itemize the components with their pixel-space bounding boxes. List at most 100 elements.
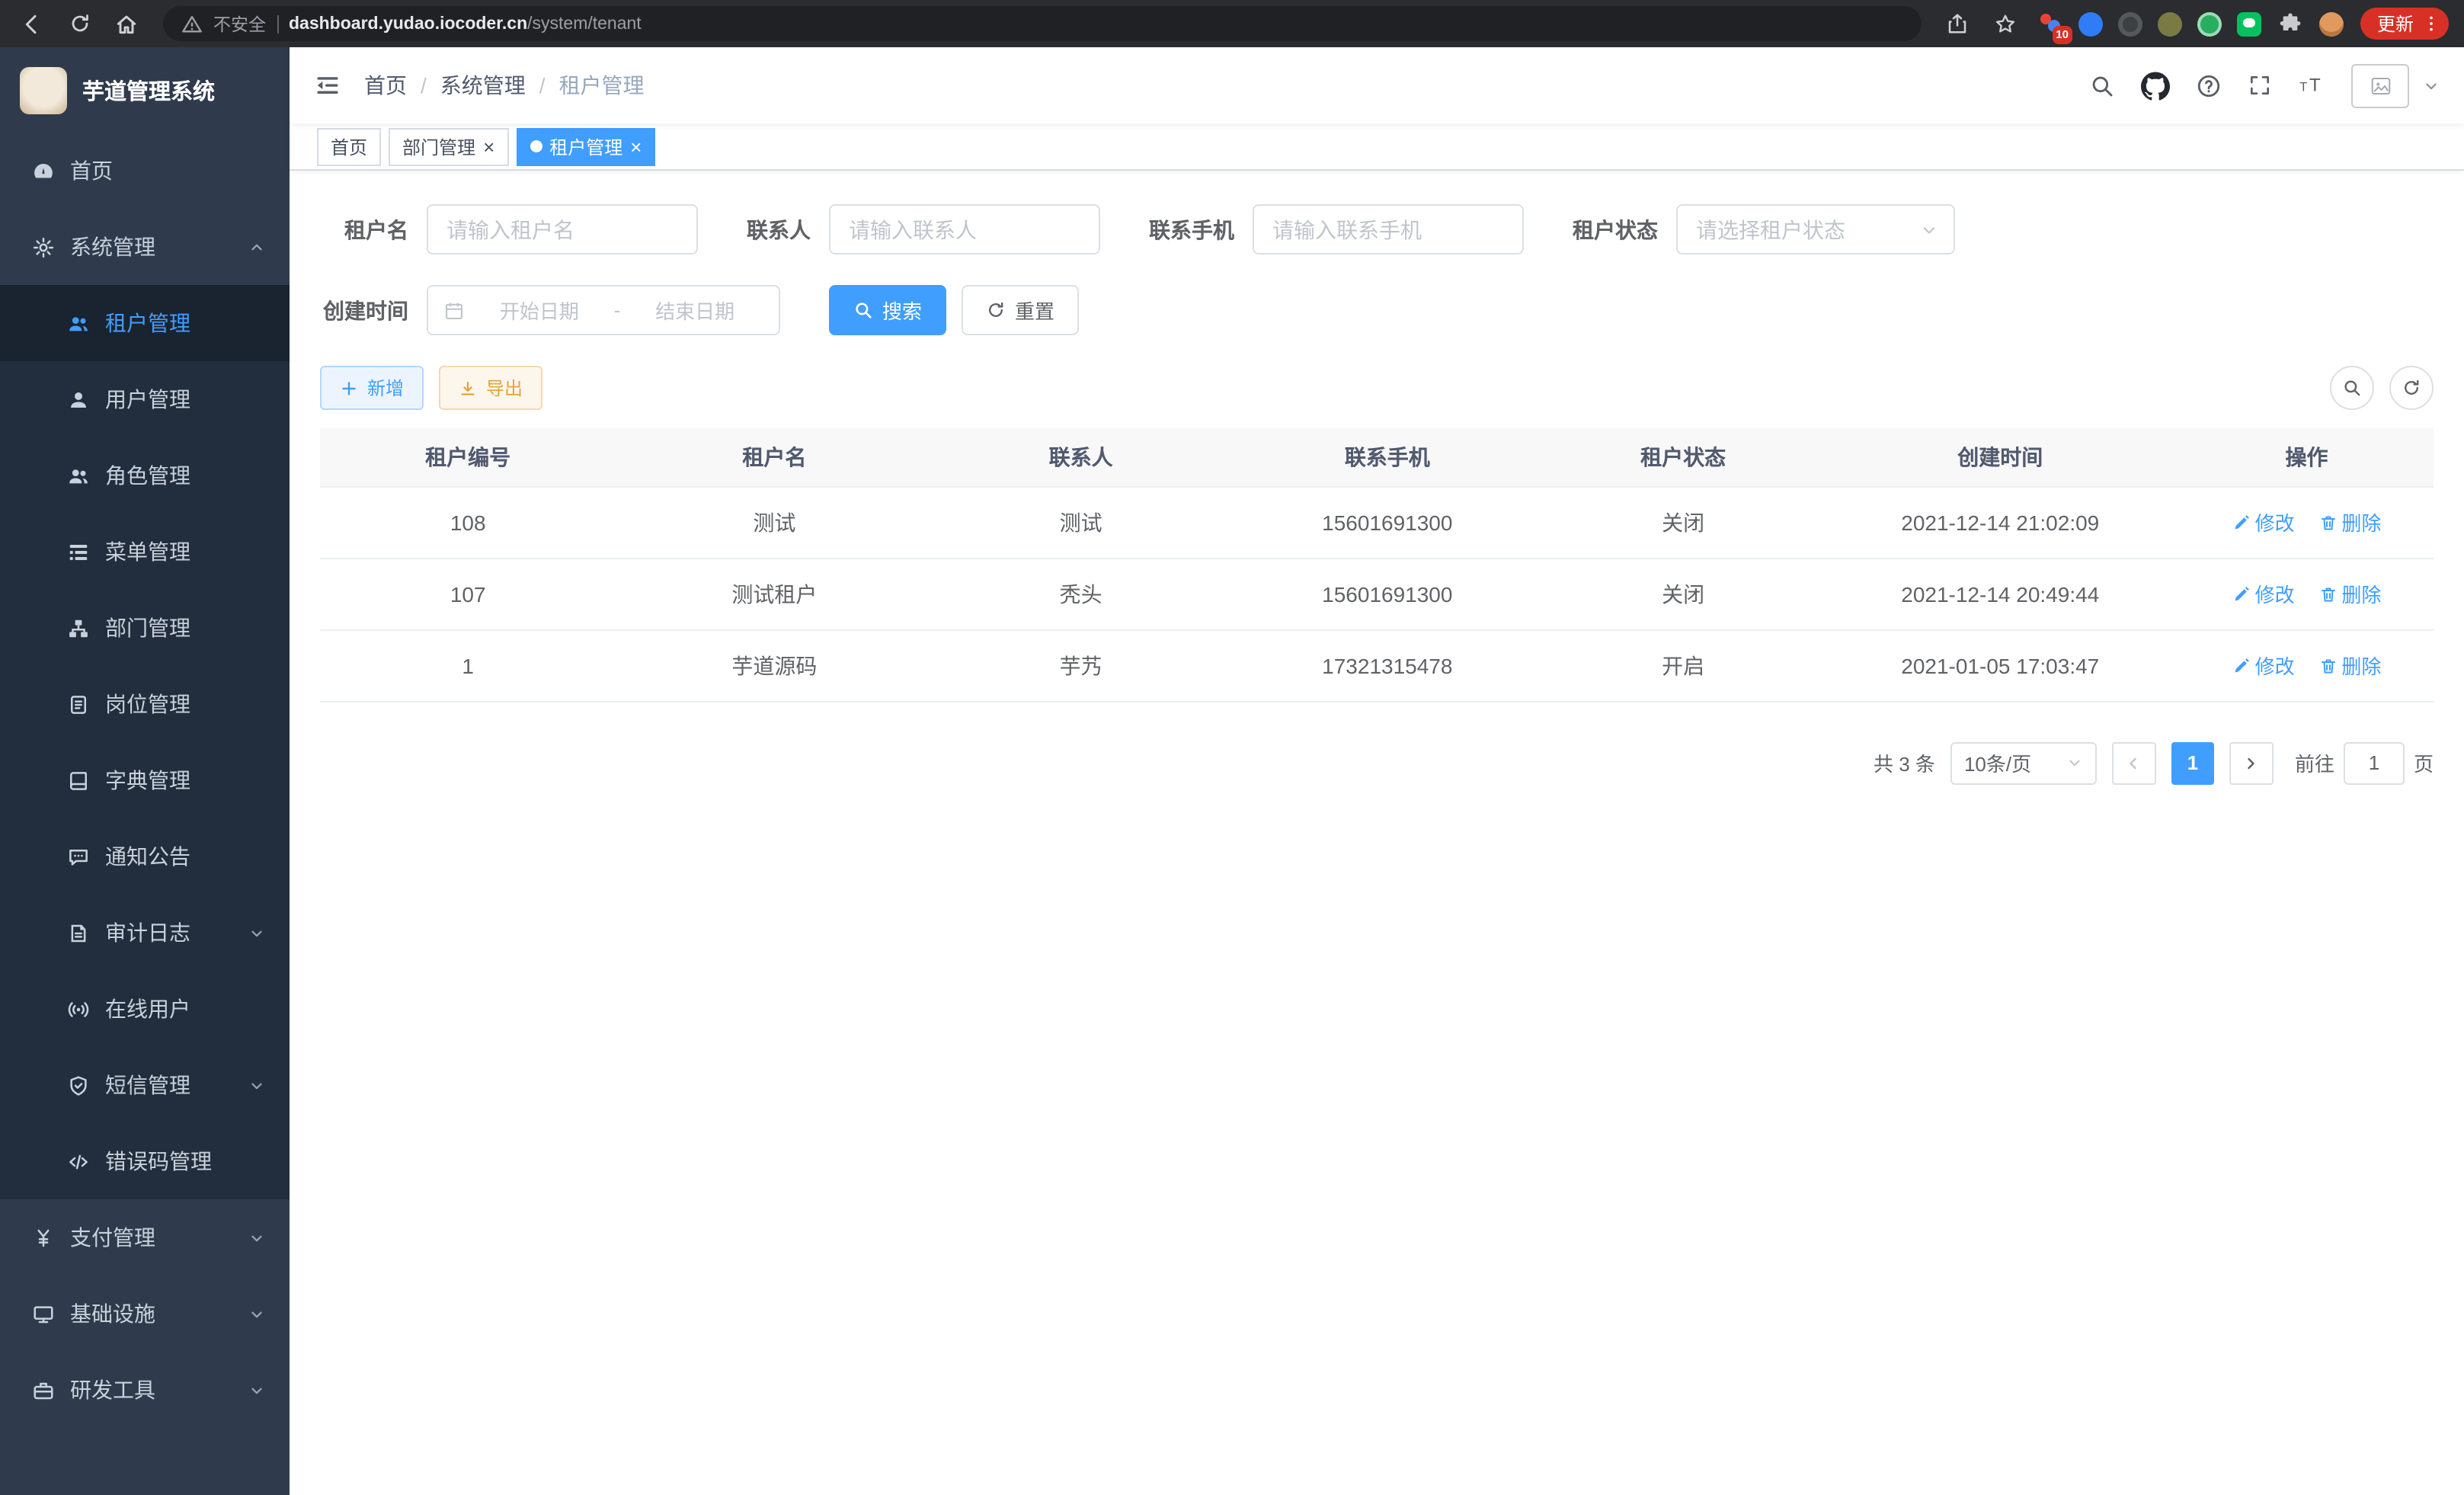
sidebar-item-dict[interactable]: 字典管理 (0, 742, 290, 818)
sidebar-item-notice[interactable]: 通知公告 (0, 818, 290, 895)
sidebar-item-label: 用户管理 (105, 384, 190, 415)
refresh-table-button[interactable] (2389, 366, 2434, 410)
tab-home[interactable]: 首页 (317, 127, 381, 165)
tab-close-icon[interactable]: × (630, 136, 642, 156)
sidebar-item-label: 菜单管理 (105, 536, 190, 567)
sidebar-item-label: 租户管理 (105, 308, 190, 338)
phone-input[interactable] (1253, 204, 1524, 255)
extension-icon-olive[interactable] (2158, 11, 2182, 36)
extension-icon-green-circle[interactable] (2197, 11, 2222, 36)
search-button[interactable]: 搜索 (829, 285, 946, 335)
col-header-ops: 操作 (2180, 428, 2434, 486)
sidebar-item-role[interactable]: 角色管理 (0, 437, 290, 514)
share-button[interactable] (1941, 7, 1975, 40)
sidebar-item-label: 岗位管理 (105, 689, 190, 719)
avatar-dropdown-caret[interactable] (2423, 77, 2440, 94)
chevron-down-icon (248, 1077, 265, 1093)
back-button[interactable] (15, 7, 49, 40)
sidebar-group-infra[interactable]: 基础设施 (0, 1276, 290, 1352)
app-title: 芋道管理系统 (82, 74, 215, 106)
cell-status: 开启 (1546, 629, 1821, 701)
extension-icon-dark[interactable] (2118, 11, 2142, 36)
breadcrumb-home[interactable]: 首页 (364, 70, 407, 101)
delete-link[interactable]: 删除 (2318, 507, 2381, 536)
sidebar-item-post[interactable]: 岗位管理 (0, 666, 290, 742)
extension-icon-blue[interactable] (2078, 11, 2103, 36)
edit-link[interactable]: 修改 (2232, 579, 2295, 608)
prev-page-button[interactable] (2112, 741, 2156, 784)
address-bar[interactable]: 不安全 dashboard.yudao.iocoder.cn/system/te… (163, 6, 1922, 41)
bookmark-button[interactable] (1989, 7, 2022, 40)
sidebar-item-dept[interactable]: 部门管理 (0, 590, 290, 666)
delete-link[interactable]: 删除 (2318, 579, 2381, 608)
user-avatar[interactable] (2351, 63, 2409, 107)
sidebar-item-menu[interactable]: 菜单管理 (0, 514, 290, 590)
caret-down-icon (2423, 77, 2440, 94)
shield-icon (67, 1074, 90, 1096)
delete-link-label: 删除 (2341, 579, 2381, 608)
extension-icon-dots[interactable]: 10 (2039, 11, 2063, 36)
date-range-picker[interactable]: 开始日期 - 结束日期 (427, 285, 780, 335)
tab-tenant[interactable]: 租户管理 × (516, 127, 655, 165)
toolbar-right (2330, 366, 2434, 410)
app-frame: 芋道管理系统 首页 系统管理 租户管理 用户管理 (0, 47, 2464, 1495)
sidebar-item-label: 字典管理 (105, 765, 190, 796)
star-icon (1993, 11, 2018, 36)
chrome-update-button[interactable]: 更新 (2360, 8, 2449, 40)
browser-toolbar: 不安全 dashboard.yudao.iocoder.cn/system/te… (0, 0, 2464, 47)
goto-page-input[interactable] (2344, 741, 2405, 784)
tab-dept[interactable]: 部门管理 × (389, 127, 508, 165)
github-link[interactable] (2141, 71, 2170, 100)
sidebar-item-online-user[interactable]: 在线用户 (0, 971, 290, 1047)
header-search-button[interactable] (2089, 72, 2115, 98)
add-button[interactable]: 新增 (320, 366, 424, 410)
sidebar-group-system[interactable]: 系统管理 (0, 209, 290, 285)
select-caret-icon (1920, 220, 1938, 238)
sidebar-group-sms[interactable]: 短信管理 (0, 1047, 290, 1123)
tab-close-icon[interactable]: × (483, 136, 494, 156)
page-size-select[interactable]: 10条/页 (1950, 741, 2097, 784)
page-number-button[interactable]: 1 (2171, 741, 2214, 784)
edit-link[interactable]: 修改 (2232, 507, 2295, 536)
home-button[interactable] (110, 7, 143, 40)
font-size-button[interactable]: TT (2298, 72, 2325, 99)
edit-link[interactable]: 修改 (2232, 651, 2295, 680)
sidebar-group-label: 基础设施 (70, 1298, 155, 1329)
home-icon (114, 11, 139, 36)
contact-input[interactable] (829, 204, 1100, 255)
app-logo[interactable]: 芋道管理系统 (0, 47, 290, 133)
sidebar-group-pay[interactable]: 支付管理 (0, 1199, 290, 1276)
breadcrumb-separator: / (421, 73, 427, 98)
toggle-search-button[interactable] (2330, 366, 2374, 410)
extension-icon-wechat[interactable] (2237, 11, 2261, 36)
breadcrumb-system[interactable]: 系统管理 (440, 70, 526, 101)
edit-link-label: 修改 (2255, 579, 2295, 608)
sidebar-item-home[interactable]: 首页 (0, 133, 290, 209)
pencil-icon (2232, 656, 2251, 674)
reset-button[interactable]: 重置 (962, 285, 1079, 335)
help-button[interactable] (2196, 72, 2222, 98)
sidebar-item-user[interactable]: 用户管理 (0, 361, 290, 437)
sidebar-group-dev-tools[interactable]: 研发工具 (0, 1352, 290, 1428)
browser-profile-avatar[interactable] (2319, 11, 2344, 36)
fullscreen-button[interactable] (2248, 73, 2272, 98)
filter-create-time: 创建时间 开始日期 - 结束日期 (320, 285, 780, 335)
system-submenu: 租户管理 用户管理 角色管理 菜单管理 部门管理 (0, 285, 290, 1199)
col-header-created: 创建时间 (1820, 428, 2180, 486)
delete-link-label: 删除 (2341, 507, 2381, 536)
reload-button[interactable] (62, 7, 96, 40)
delete-link[interactable]: 删除 (2318, 651, 2381, 680)
trash-icon (2318, 513, 2337, 531)
extensions-puzzle-button[interactable] (2277, 10, 2304, 37)
sidebar-group-audit-log[interactable]: 审计日志 (0, 895, 290, 971)
filter-row-1: 租户名 联系人 联系手机 租户状态 请选择租户状态 (320, 204, 2434, 255)
date-range-separator: - (614, 299, 621, 322)
next-page-button[interactable] (2229, 741, 2274, 784)
sidebar-toggle[interactable] (314, 72, 341, 99)
status-select[interactable]: 请选择租户状态 (1676, 204, 1955, 255)
export-button[interactable]: 导出 (439, 366, 542, 410)
table-row: 1 芋道源码 芋艿 17321315478 开启 2021-01-05 17:0… (320, 629, 2434, 701)
sidebar-item-tenant[interactable]: 租户管理 (0, 285, 290, 361)
sidebar-item-error-code[interactable]: 错误码管理 (0, 1123, 290, 1199)
tenant-name-input[interactable] (427, 204, 698, 255)
